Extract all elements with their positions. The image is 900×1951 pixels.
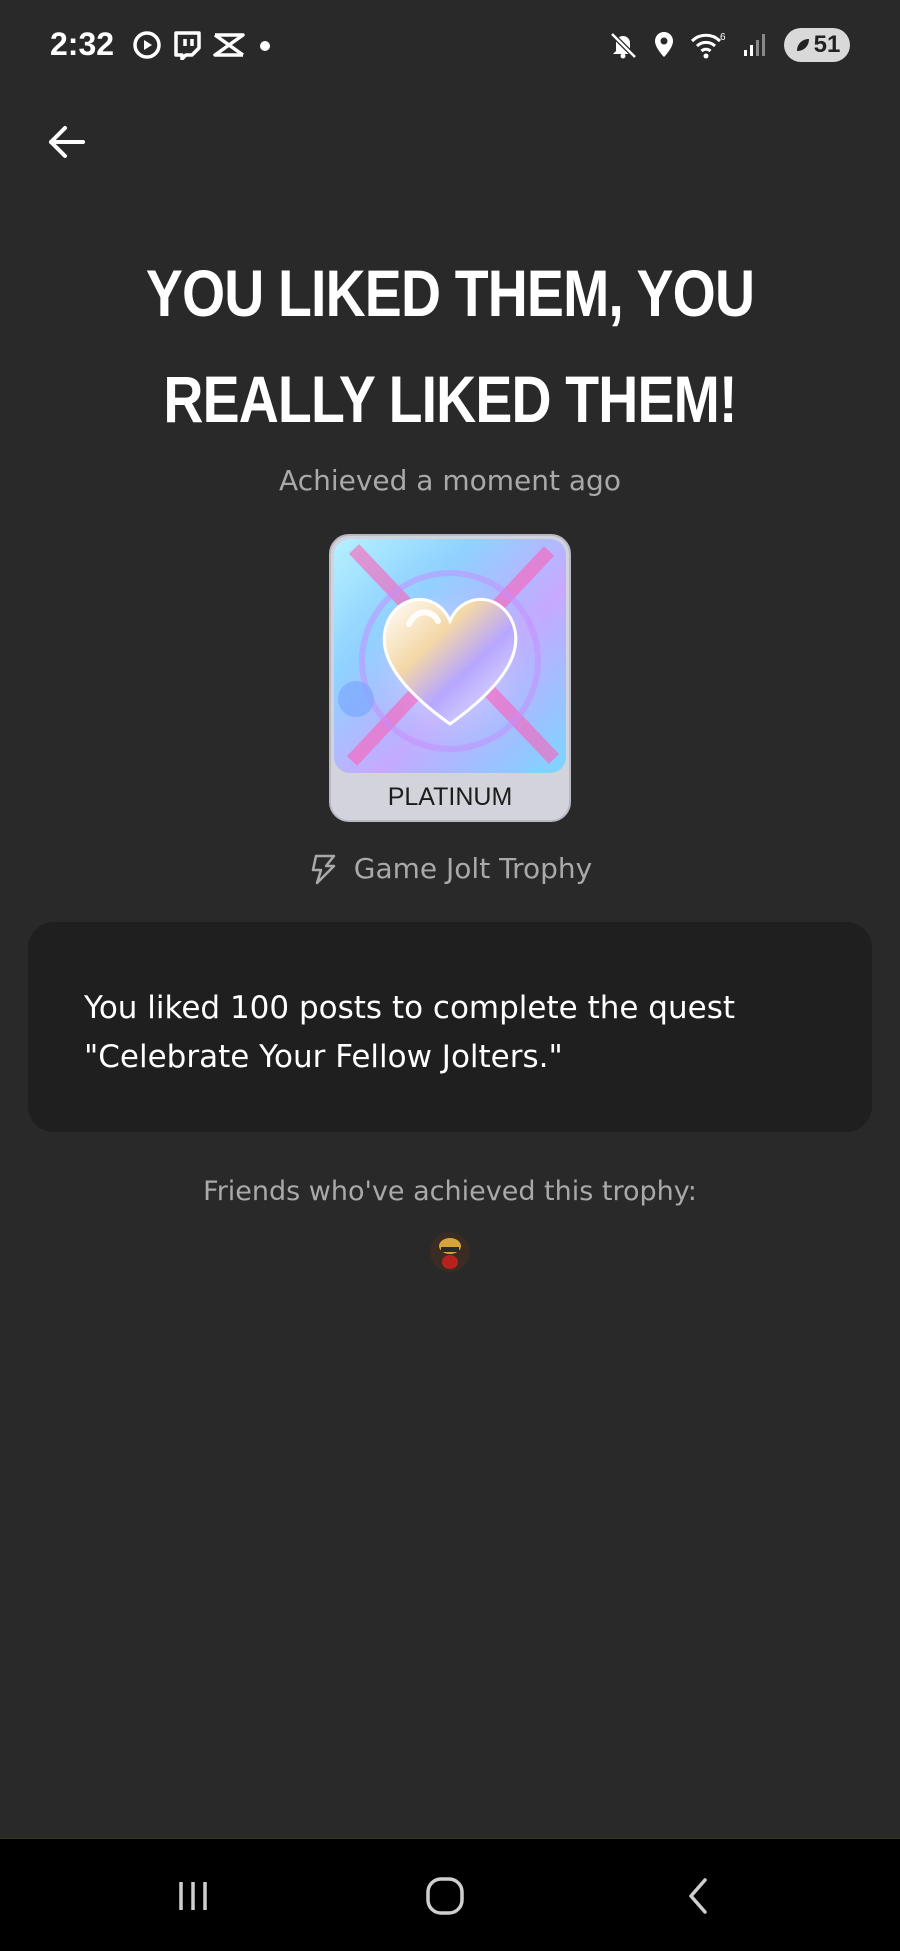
trophy-source-label: Game Jolt Trophy [353, 852, 593, 885]
trophy-card: PLATINUM [329, 534, 571, 822]
arrow-left-icon [49, 126, 85, 158]
status-left-icons [132, 30, 274, 60]
battery-level: 51 [813, 31, 841, 58]
nav-back-button[interactable] [654, 1861, 744, 1931]
trophy-description-panel: You liked 100 posts to complete the ques… [28, 922, 872, 1132]
status-bar: 2:32 6 51 [0, 0, 900, 96]
twitch-icon [174, 31, 201, 60]
heart-icon [334, 539, 566, 773]
friends-label: Friends who've achieved this trophy: [203, 1176, 697, 1207]
wifi-icon: 6 [690, 32, 726, 59]
play-circle-icon [133, 31, 161, 59]
trophy-source: Game Jolt Trophy [0, 852, 900, 885]
wifi-label: 6 [720, 32, 726, 43]
recent-apps-icon [179, 1882, 207, 1910]
location-icon [655, 32, 673, 57]
jolt-bolt-icon [311, 854, 336, 884]
avatar[interactable] [430, 1232, 470, 1272]
navigation-bar [0, 1838, 900, 1951]
battery-icon: 51 [784, 28, 850, 62]
home-icon [426, 1877, 464, 1915]
battery-saver-icon [796, 39, 809, 51]
mute-icon [610, 32, 637, 59]
trophy-description: You liked 100 posts to complete the ques… [84, 990, 735, 1075]
capcut-icon [213, 33, 245, 57]
trophy-tier: PLATINUM [387, 783, 513, 811]
trophy-title: YOU LIKED THEM, YOU REALLY LIKED THEM! [145, 256, 755, 436]
recent-apps-button[interactable] [148, 1861, 238, 1931]
dot-icon [260, 41, 270, 51]
home-button[interactable] [400, 1861, 490, 1931]
status-right-icons: 6 51 [608, 28, 850, 62]
back-button[interactable] [38, 114, 94, 170]
status-time: 2:32 [50, 26, 115, 62]
achieved-time: Achieved a moment ago [279, 464, 621, 497]
friend-avatar-image [430, 1232, 470, 1272]
trophy-image [334, 539, 566, 773]
back-icon [689, 1878, 707, 1914]
signal-icon [744, 34, 765, 56]
